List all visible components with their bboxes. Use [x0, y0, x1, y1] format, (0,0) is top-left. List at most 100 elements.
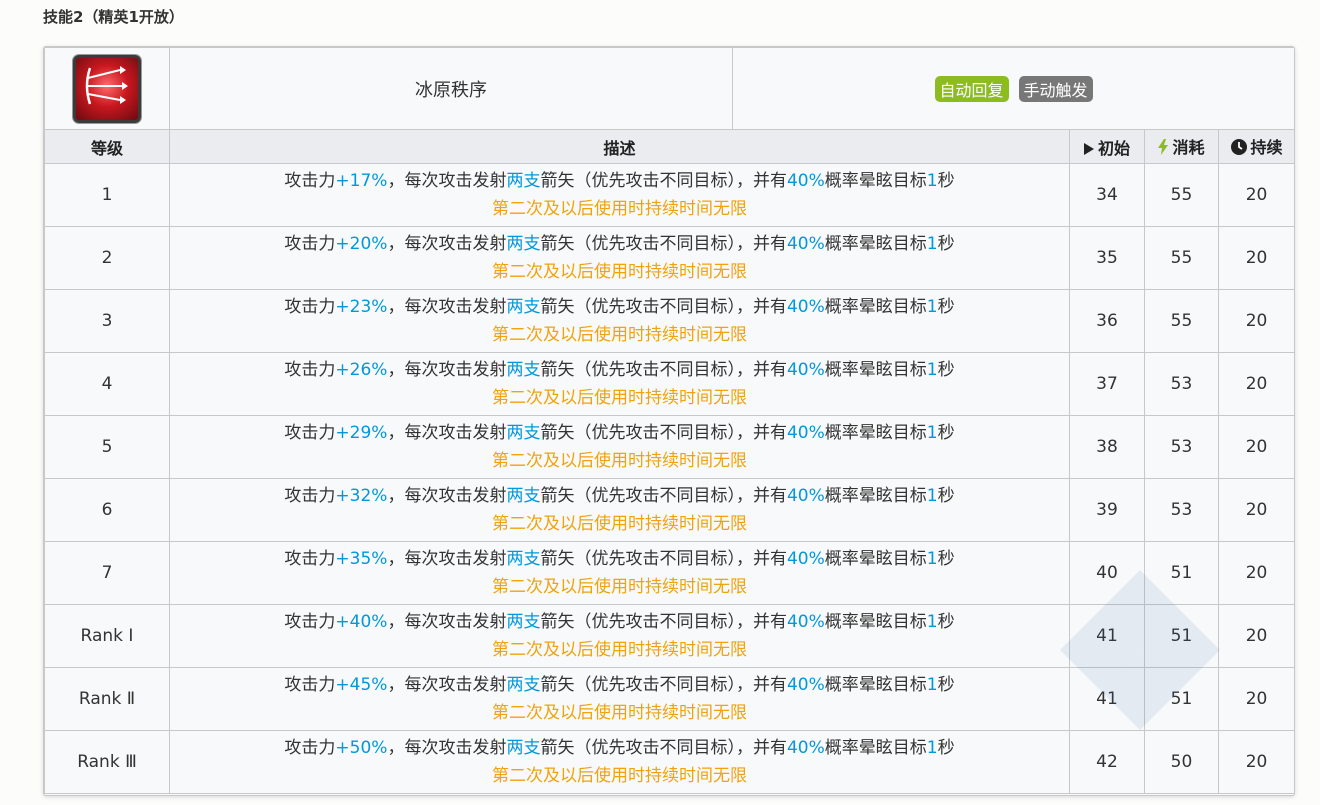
- lightning-icon: [1158, 138, 1169, 159]
- desc-stun-seconds: 1: [926, 297, 938, 317]
- description-cell: 攻击力+17%，每次攻击发射两支箭矢（优先攻击不同目标），并有40%概率晕眩目标…: [169, 163, 1070, 227]
- desc-text: ，每次攻击发射: [387, 486, 507, 506]
- desc-text: 概率晕眩目标: [824, 423, 927, 443]
- initial-sp-cell: 42: [1069, 730, 1145, 794]
- desc-text: 箭矢（优先攻击不同目标），并有: [540, 675, 787, 695]
- desc-atk-label: 攻击力: [284, 171, 336, 191]
- col-initial-label: 初始: [1097, 138, 1130, 158]
- sp-cost-cell: 55: [1144, 289, 1219, 353]
- desc-two-arrows: 两支: [506, 297, 541, 317]
- description-cell: 攻击力+32%，每次攻击发射两支箭矢（优先攻击不同目标），并有40%概率晕眩目标…: [169, 478, 1070, 542]
- skill-name: 冰原秩序: [169, 47, 733, 130]
- desc-atk-value: +32%: [335, 486, 388, 506]
- description-cell: 攻击力+50%，每次攻击发射两支箭矢（优先攻击不同目标），并有40%概率晕眩目标…: [169, 730, 1070, 794]
- desc-two-arrows: 两支: [506, 675, 541, 695]
- desc-two-arrows: 两支: [506, 423, 541, 443]
- level-cell: 4: [44, 352, 170, 416]
- desc-text: 箭矢（优先攻击不同目标），并有: [540, 486, 787, 506]
- initial-sp-cell: 40: [1069, 541, 1145, 605]
- duration-cell: 20: [1217, 163, 1294, 227]
- initial-sp-cell: 34: [1069, 163, 1145, 227]
- desc-atk-label: 攻击力: [284, 360, 336, 380]
- desc-text: ，每次攻击发射: [387, 738, 507, 758]
- desc-two-arrows: 两支: [506, 486, 541, 506]
- sp-cost-cell: 51: [1144, 604, 1219, 668]
- desc-text: 箭矢（优先攻击不同目标），并有: [540, 549, 787, 569]
- description-cell: 攻击力+35%，每次攻击发射两支箭矢（优先攻击不同目标），并有40%概率晕眩目标…: [169, 541, 1070, 605]
- skill-level-rows: 1 攻击力+17%，每次攻击发射两支箭矢（优先攻击不同目标），并有40%概率晕眩目…: [44, 163, 1294, 794]
- description-cell: 攻击力+20%，每次攻击发射两支箭矢（优先攻击不同目标），并有40%概率晕眩目标…: [169, 226, 1070, 290]
- duration-cell: 20: [1217, 415, 1294, 479]
- description-note: 第二次及以后使用时持续时间无限: [492, 766, 747, 786]
- desc-atk-value: +29%: [335, 423, 388, 443]
- description-main: 攻击力+40%，每次攻击发射两支箭矢（优先攻击不同目标），并有40%概率晕眩目标…: [170, 608, 1069, 636]
- table-row: 3 攻击力+23%，每次攻击发射两支箭矢（优先攻击不同目标），并有40%概率晕眩目…: [44, 289, 1294, 353]
- play-icon: [1083, 140, 1094, 159]
- description-note: 第二次及以后使用时持续时间无限: [492, 199, 747, 219]
- desc-text: 秒: [937, 675, 955, 695]
- desc-atk-value: +26%: [335, 360, 388, 380]
- desc-atk-label: 攻击力: [284, 612, 336, 632]
- sp-cost-cell: 51: [1144, 541, 1219, 605]
- desc-stun-seconds: 1: [926, 738, 938, 758]
- desc-text: 箭矢（优先攻击不同目标），并有: [540, 612, 787, 632]
- skill-table-container: 冰原秩序 自动回复 手动触发 等级 描述 初始 消耗 持续 1 攻击力+17%，每…: [43, 46, 1295, 796]
- desc-stun-chance: 40%: [786, 612, 825, 632]
- sp-cost-cell: 55: [1144, 163, 1219, 227]
- description-cell: 攻击力+29%，每次攻击发射两支箭矢（优先攻击不同目标），并有40%概率晕眩目标…: [169, 415, 1070, 479]
- desc-text: ，每次攻击发射: [387, 423, 507, 443]
- desc-text: ，每次攻击发射: [387, 549, 507, 569]
- table-row: Rank Ⅲ 攻击力+50%，每次攻击发射两支箭矢（优先攻击不同目标），并有40%…: [44, 730, 1294, 794]
- description-main: 攻击力+26%，每次攻击发射两支箭矢（优先攻击不同目标），并有40%概率晕眩目标…: [170, 356, 1069, 384]
- table-row: 1 攻击力+17%，每次攻击发射两支箭矢（优先攻击不同目标），并有40%概率晕眩目…: [44, 163, 1294, 227]
- desc-text: 秒: [937, 486, 955, 506]
- sp-cost-cell: 53: [1144, 478, 1219, 542]
- col-cost-header: 消耗: [1144, 129, 1219, 164]
- col-initial-header: 初始: [1069, 129, 1145, 164]
- desc-text: 秒: [937, 423, 955, 443]
- desc-stun-chance: 40%: [786, 360, 825, 380]
- description-note: 第二次及以后使用时持续时间无限: [492, 388, 747, 408]
- description-main: 攻击力+35%，每次攻击发射两支箭矢（优先攻击不同目标），并有40%概率晕眩目标…: [170, 545, 1069, 573]
- desc-text: ，每次攻击发射: [387, 360, 507, 380]
- skill-icon-cell: [44, 47, 170, 130]
- table-row: Rank Ⅱ 攻击力+45%，每次攻击发射两支箭矢（优先攻击不同目标），并有40%…: [44, 667, 1294, 731]
- level-cell: Rank Ⅲ: [44, 730, 170, 794]
- desc-stun-chance: 40%: [786, 171, 825, 191]
- description-note: 第二次及以后使用时持续时间无限: [492, 262, 747, 282]
- desc-text: 概率晕眩目标: [824, 738, 927, 758]
- description-main: 攻击力+32%，每次攻击发射两支箭矢（优先攻击不同目标），并有40%概率晕眩目标…: [170, 482, 1069, 510]
- desc-two-arrows: 两支: [506, 738, 541, 758]
- skill-tags-cell: 自动回复 手动触发: [731, 47, 1294, 130]
- desc-text: 概率晕眩目标: [824, 612, 927, 632]
- desc-stun-seconds: 1: [926, 360, 938, 380]
- duration-cell: 20: [1217, 478, 1294, 542]
- desc-text: 秒: [937, 297, 955, 317]
- desc-atk-label: 攻击力: [284, 486, 336, 506]
- level-cell: Rank Ⅰ: [44, 604, 170, 668]
- desc-atk-value: +20%: [335, 234, 388, 254]
- desc-two-arrows: 两支: [506, 360, 541, 380]
- level-cell: 7: [44, 541, 170, 605]
- desc-atk-label: 攻击力: [284, 675, 336, 695]
- desc-atk-value: +23%: [335, 297, 388, 317]
- desc-atk-label: 攻击力: [284, 297, 336, 317]
- desc-text: 秒: [937, 612, 955, 632]
- description-cell: 攻击力+23%，每次攻击发射两支箭矢（优先攻击不同目标），并有40%概率晕眩目标…: [169, 289, 1070, 353]
- desc-text: 概率晕眩目标: [824, 360, 927, 380]
- sp-cost-cell: 53: [1144, 415, 1219, 479]
- skill-table: 冰原秩序 自动回复 手动触发 等级 描述 初始 消耗 持续 1 攻击力+17%，每…: [44, 47, 1294, 794]
- description-note: 第二次及以后使用时持续时间无限: [492, 703, 747, 723]
- description-cell: 攻击力+26%，每次攻击发射两支箭矢（优先攻击不同目标），并有40%概率晕眩目标…: [169, 352, 1070, 416]
- tag-manual-trigger: 手动触发: [1018, 75, 1093, 102]
- description-note: 第二次及以后使用时持续时间无限: [492, 640, 747, 660]
- level-cell: Rank Ⅱ: [44, 667, 170, 731]
- col-duration-header: 持续: [1217, 129, 1294, 164]
- skill-header-row: 冰原秩序 自动回复 手动触发: [44, 47, 1294, 130]
- desc-text: 秒: [937, 171, 955, 191]
- desc-stun-seconds: 1: [926, 549, 938, 569]
- desc-two-arrows: 两支: [506, 234, 541, 254]
- initial-sp-cell: 39: [1069, 478, 1145, 542]
- level-cell: 1: [44, 163, 170, 227]
- table-row: 7 攻击力+35%，每次攻击发射两支箭矢（优先攻击不同目标），并有40%概率晕眩目…: [44, 541, 1294, 605]
